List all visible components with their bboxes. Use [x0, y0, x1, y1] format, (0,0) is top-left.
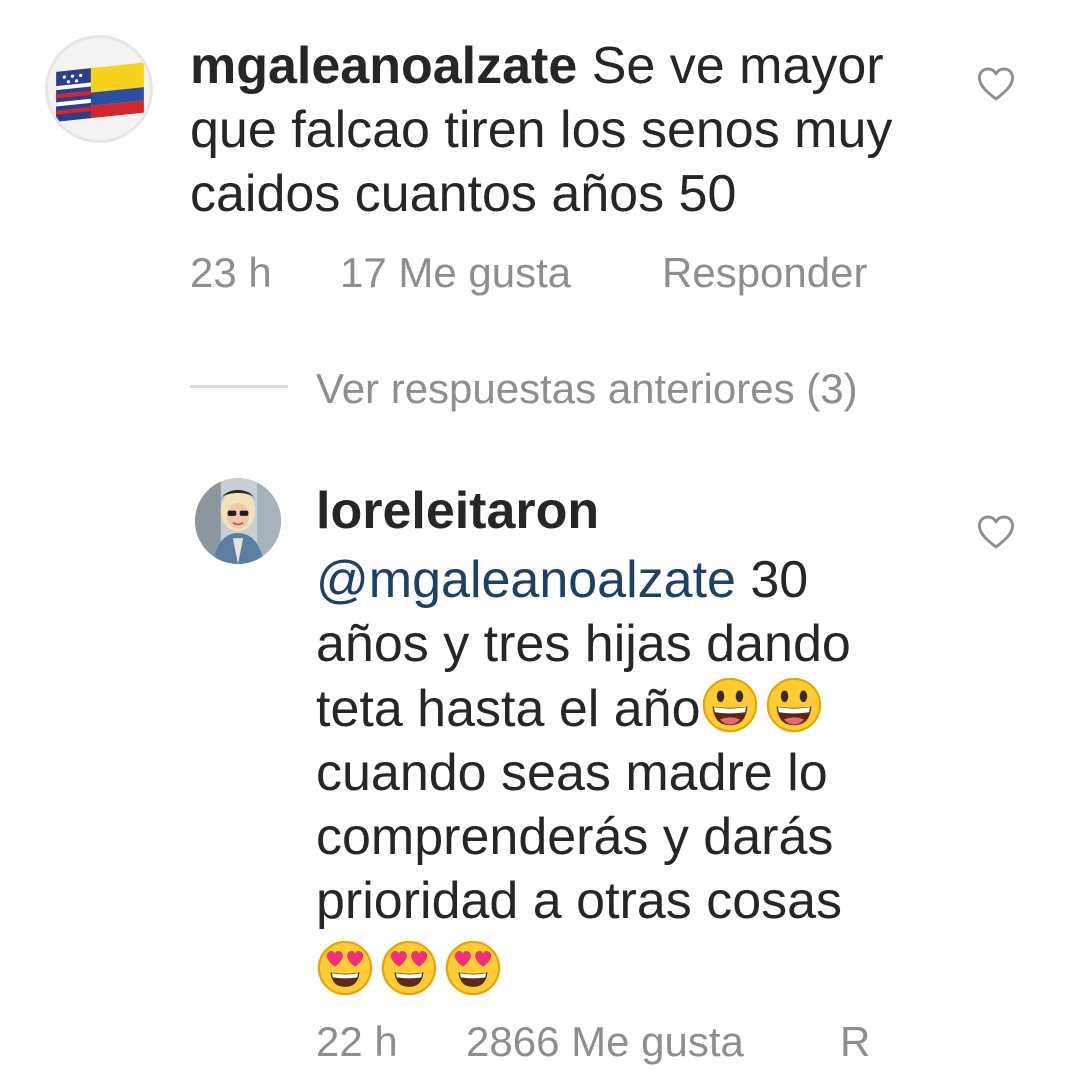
comment-timestamp: 22 h — [316, 1018, 398, 1065]
user-avatar-loreleitaron[interactable] — [195, 478, 281, 564]
likes-count[interactable]: 2866 Me gusta — [466, 1017, 744, 1067]
like-heart-icon[interactable] — [977, 514, 1015, 550]
mention-link[interactable]: @mgaleanoalzate — [316, 551, 736, 609]
reply-button[interactable]: Responder — [662, 248, 867, 298]
comment-username[interactable]: loreleitaron — [316, 479, 599, 543]
comment-text-line: Se ve mayor — [591, 37, 884, 95]
comment-text-line: teta hasta el año — [316, 680, 701, 738]
reply-button[interactable]: R — [840, 1017, 870, 1067]
comment-timestamp: 23 h — [190, 249, 272, 296]
heart-eyes-emoji — [316, 939, 374, 997]
comment-text-line: prioridad a otras cosas — [316, 872, 843, 930]
grinning-face-emoji — [701, 676, 759, 734]
replies-divider — [190, 385, 288, 388]
comment-body: mgaleanoalzate Se ve mayor que falcao ti… — [190, 34, 892, 226]
user-avatar-mgaleanoalzate[interactable] — [45, 35, 153, 143]
comment-text-line: comprenderás y darás — [316, 808, 834, 866]
likes-count[interactable]: 17 Me gusta — [340, 248, 571, 298]
profile-photo-avatar — [195, 478, 281, 564]
comment-text-line: que falcao tiren los senos muy — [190, 101, 893, 159]
heart-eyes-emoji — [380, 939, 438, 997]
comment-text-line: caidos cuantos años 50 — [190, 165, 737, 223]
comment-text-line: años y tres hijas dando — [316, 615, 851, 673]
grinning-face-emoji — [765, 676, 823, 734]
flag-avatar-icon — [48, 38, 150, 140]
heart-eyes-emoji — [444, 939, 502, 997]
view-previous-replies-button[interactable]: Ver respuestas anteriores (3) — [316, 364, 858, 414]
comment-body: @mgaleanoalzate 30 años y tres hijas dan… — [316, 548, 851, 1004]
comment-text-line: cuando seas madre lo — [316, 744, 828, 802]
comment-text-line: 30 — [735, 551, 809, 609]
comment-username[interactable]: mgaleanoalzate — [190, 37, 577, 95]
like-heart-icon[interactable] — [977, 66, 1015, 102]
